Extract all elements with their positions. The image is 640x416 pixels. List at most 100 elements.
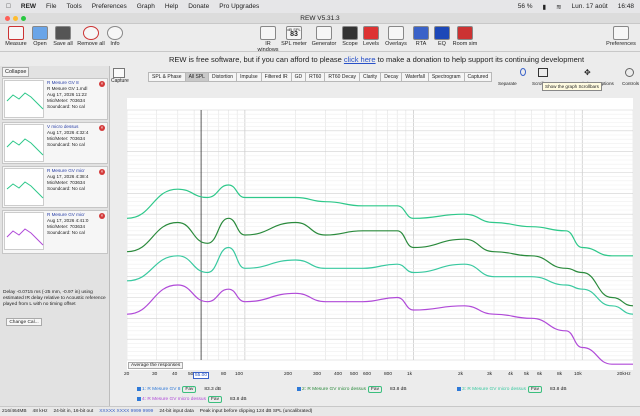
menubar-date[interactable]: Lun. 17 août bbox=[572, 3, 608, 10]
checkbox-icon[interactable] bbox=[457, 386, 461, 391]
controls-button[interactable]: Controls bbox=[622, 81, 639, 86]
tab-gd[interactable]: GD bbox=[290, 72, 307, 82]
legend-pill[interactable]: Fav bbox=[182, 386, 197, 393]
save-all-button[interactable]: Save all bbox=[49, 26, 77, 47]
tab-spectrogram[interactable]: Spectrogram bbox=[427, 72, 465, 82]
measurement-info: R Mesure GV 8 R Mesure GV 1.mdl Aug 17, … bbox=[47, 80, 97, 110]
spl-chart[interactable]: 50556065707580859095100 bbox=[116, 98, 634, 370]
collapse-button[interactable]: Collapse bbox=[2, 67, 30, 77]
measurement-thumbnail bbox=[4, 212, 44, 250]
menu-help[interactable]: Help bbox=[165, 3, 178, 10]
levels-icon bbox=[363, 26, 379, 40]
tab-captured[interactable]: Captured bbox=[463, 72, 493, 82]
preferences-button[interactable]: Preferences bbox=[604, 26, 638, 47]
x-tick-label: 100 bbox=[235, 372, 244, 377]
tab-decay[interactable]: Decay bbox=[380, 72, 403, 82]
legend-pill[interactable]: Fav bbox=[527, 386, 542, 393]
menubar-time[interactable]: 16:48 bbox=[618, 3, 634, 10]
measurement-line: Soundcard: No cal bbox=[47, 142, 85, 147]
checkbox-icon[interactable] bbox=[137, 396, 141, 401]
zoom-icon[interactable] bbox=[21, 16, 26, 21]
legend-value: 83.8 dB bbox=[229, 397, 247, 402]
capture-button[interactable]: Capture bbox=[111, 68, 129, 84]
checkbox-icon[interactable] bbox=[137, 386, 141, 391]
remove-measurement-icon[interactable]: × bbox=[99, 125, 105, 131]
measurement-thumbnail bbox=[4, 124, 44, 162]
tab-filtered-ir[interactable]: Filtered IR bbox=[260, 72, 292, 82]
measurement-thumbnail bbox=[4, 168, 44, 206]
banner-prefix: REW is free software, but if you can aff… bbox=[168, 55, 344, 64]
remove-measurement-icon[interactable]: × bbox=[99, 81, 105, 87]
info-label: Info bbox=[110, 41, 120, 47]
x-tick-label: 800 bbox=[384, 372, 393, 377]
tab-spl-phase[interactable]: SPL & Phase bbox=[148, 72, 186, 82]
legend-value: 83.8 dB bbox=[549, 387, 567, 392]
measurement-card[interactable]: R Mesure GV micr Aug 17, 2026 4:38:4 Mic… bbox=[2, 166, 108, 208]
status-bar: 216/464MB 48 kHz 24-bit in, 16-bit out X… bbox=[0, 406, 640, 416]
x-tick-label: 4k bbox=[508, 372, 514, 377]
change-cal-button[interactable]: Change Cal... bbox=[6, 318, 42, 326]
memory-status[interactable]: 216/464MB bbox=[2, 407, 27, 416]
legend-item[interactable]: 1: R Mesure GV 8 Fav 83.3 dB bbox=[137, 386, 221, 393]
x-tick-label: 8k bbox=[557, 372, 563, 377]
menu-app[interactable]: REW bbox=[21, 3, 36, 10]
battery-icon[interactable]: ▮ bbox=[543, 3, 547, 11]
main-toolbar: Measure Open Save all Remove all Info IR… bbox=[0, 24, 640, 53]
ir-windows-button[interactable]: IR windows bbox=[254, 26, 282, 53]
gear-icon[interactable] bbox=[625, 68, 634, 77]
overlays-button[interactable]: Overlays bbox=[382, 26, 410, 47]
average-responses-button[interactable]: Average the responses bbox=[128, 362, 184, 369]
levels-button[interactable]: Levels bbox=[357, 26, 385, 47]
tab-rt60[interactable]: RT60 bbox=[305, 72, 326, 82]
checkbox-icon[interactable] bbox=[297, 386, 301, 391]
legend-item[interactable]: 2: R Mesure GV micro dessus Fav 83.8 dB bbox=[297, 386, 407, 393]
remove-measurement-icon[interactable]: × bbox=[99, 213, 105, 219]
tab-rt60-decay[interactable]: RT60 Decay bbox=[324, 72, 361, 82]
room-sim-button[interactable]: Room sim bbox=[451, 26, 479, 47]
wifi-icon[interactable]: ≋ bbox=[556, 3, 561, 11]
rta-label: RTA bbox=[415, 41, 427, 47]
measurement-line: Soundcard: No cal bbox=[47, 230, 85, 235]
legend-pill[interactable]: Fav bbox=[207, 396, 222, 403]
menu-file[interactable]: File bbox=[46, 3, 56, 10]
menu-graph[interactable]: Graph bbox=[137, 3, 155, 10]
x-tick-label: 500 bbox=[350, 372, 359, 377]
input-format: 24-bit input data bbox=[159, 409, 194, 414]
window-title: REW V5.31.3 bbox=[0, 13, 640, 24]
measurement-card[interactable]: V micro dessus Aug 17, 2026 4:32:4 Mic/M… bbox=[2, 122, 108, 164]
menu-tools[interactable]: Tools bbox=[67, 3, 82, 10]
tab-all-spl[interactable]: All SPL bbox=[184, 72, 209, 82]
legend-name: 3: R Mesure GV micro dessus bbox=[462, 387, 526, 392]
menu-preferences[interactable]: Preferences bbox=[92, 3, 127, 10]
donate-link[interactable]: click here bbox=[344, 55, 376, 64]
tab-distortion[interactable]: Distortion bbox=[207, 72, 238, 82]
arrows-icon[interactable]: ✥ bbox=[584, 68, 591, 77]
menu-donate[interactable]: Donate bbox=[188, 3, 209, 10]
legend-item[interactable]: 4: R Mesure GV micro dessus Fav 83.8 dB bbox=[137, 396, 247, 403]
measurement-line: Soundcard: No cal bbox=[47, 186, 85, 191]
tab-impulse[interactable]: Impulse bbox=[236, 72, 262, 82]
scrollbars-icon[interactable] bbox=[538, 68, 548, 77]
camera-icon bbox=[113, 68, 125, 78]
mic-icon[interactable] bbox=[520, 68, 526, 76]
legend-item[interactable]: 3: R Mesure GV micro dessus Fav 83.8 dB bbox=[457, 386, 567, 393]
close-icon[interactable] bbox=[5, 16, 10, 21]
tab-waterfall[interactable]: Waterfall bbox=[401, 72, 429, 82]
menu-pro-upgrades[interactable]: Pro Upgrades bbox=[219, 3, 259, 10]
remove-measurement-icon[interactable]: × bbox=[99, 169, 105, 175]
measurement-info: R Mesure GV micr Aug 17, 2026 4:41:0 Mic… bbox=[47, 212, 97, 236]
apple-icon[interactable]:  bbox=[6, 3, 11, 10]
tab-clarity[interactable]: Clarity bbox=[359, 72, 382, 82]
spl-graph[interactable]: 50556065707580859095100 bbox=[116, 98, 634, 370]
info-button[interactable]: Info bbox=[101, 26, 129, 47]
cursor-frequency-label[interactable]: 55.00 bbox=[193, 372, 210, 379]
minimize-icon[interactable] bbox=[13, 16, 18, 21]
generator-button[interactable]: Generator bbox=[310, 26, 338, 47]
measurement-card[interactable]: R Mesure GV 8 R Mesure GV 1.mdl Aug 17, … bbox=[2, 78, 108, 120]
separate-button[interactable]: Separate bbox=[498, 81, 517, 86]
spl-meter-button[interactable]: dB SPL 83 SPL meter bbox=[280, 26, 308, 47]
measurement-card[interactable]: R Mesure GV micr Aug 17, 2026 4:41:0 Mic… bbox=[2, 210, 108, 254]
legend-pill[interactable]: Fav bbox=[367, 386, 382, 393]
spl-meter-icon: dB SPL 83 bbox=[286, 26, 302, 40]
x-tick-label: 1k bbox=[407, 372, 413, 377]
